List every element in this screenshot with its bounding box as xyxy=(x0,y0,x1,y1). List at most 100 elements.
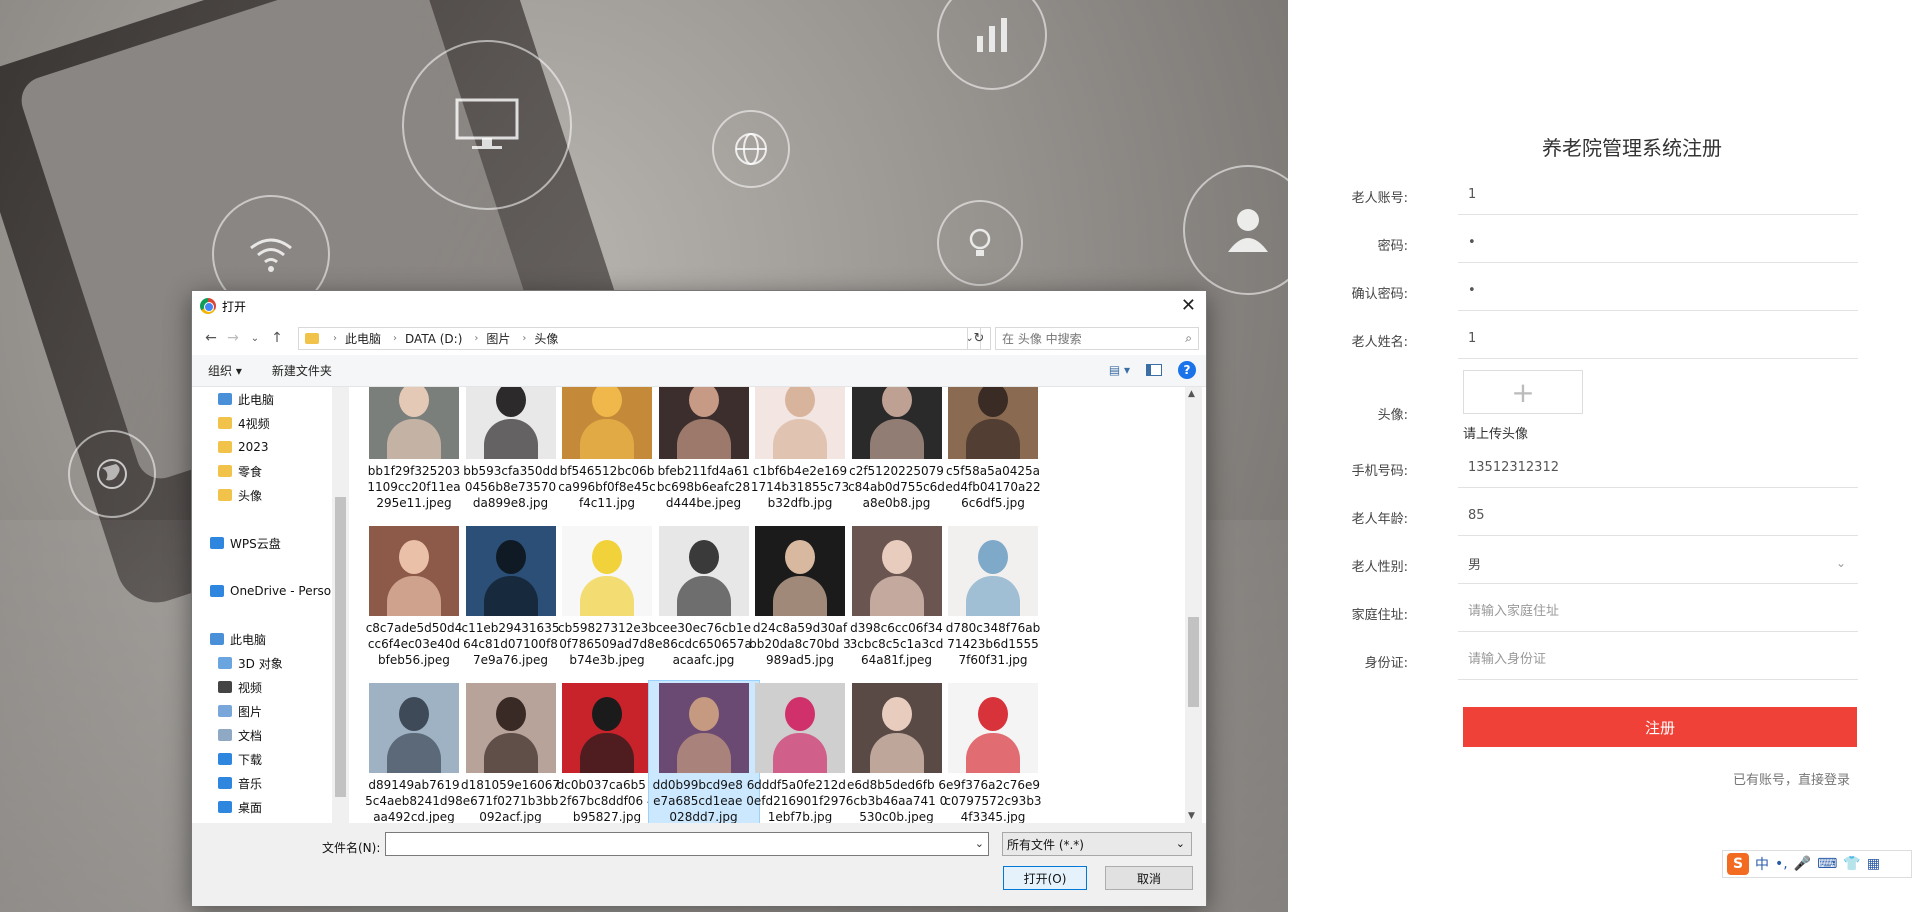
name-input[interactable] xyxy=(1458,319,1858,357)
open-button[interactable]: 打开(O) xyxy=(1003,866,1087,890)
breadcrumb-item[interactable]: DATA (D:) xyxy=(405,332,462,346)
sidebar-item-icon xyxy=(218,417,232,429)
sidebar-item[interactable]: 零食 xyxy=(192,459,349,483)
file-item[interactable]: d181059e16067 e671f0271b3bb 092acf.jpg xyxy=(456,681,566,823)
scroll-up-icon[interactable]: ▲ xyxy=(1188,389,1195,399)
sidebar-item[interactable]: 头像 xyxy=(192,483,349,507)
file-item[interactable]: d398c6cc06f34 3cbc8c5c1a3cd 64a81f.jpeg xyxy=(842,524,952,676)
help-icon[interactable]: ? xyxy=(1178,361,1196,379)
file-item[interactable]: bfeb211fd4a61 bc698b6eafc28 d444be.jpeg xyxy=(649,387,759,519)
microphone-icon[interactable]: 🎤 xyxy=(1794,856,1811,872)
preview-pane-icon[interactable] xyxy=(1146,364,1162,376)
phone-input[interactable] xyxy=(1458,448,1858,486)
file-item[interactable]: c5f58a5a0425a ed4fb04170a22 6c6df5.jpg xyxy=(938,387,1048,519)
confirm-password-input[interactable] xyxy=(1458,271,1858,309)
avatar-upload-button[interactable]: + xyxy=(1463,370,1583,414)
new-folder-button[interactable]: 新建文件夹 xyxy=(272,362,332,379)
back-arrow-icon[interactable]: ← xyxy=(200,327,222,349)
lightbulb-icon xyxy=(937,200,1023,286)
sidebar-item[interactable]: 此电脑 xyxy=(192,627,349,651)
account-input[interactable] xyxy=(1458,175,1858,213)
sidebar-item[interactable]: 2023 xyxy=(192,435,349,459)
file-item[interactable]: c11eb29431635 64c81d07100f8 7e9a76.jpeg xyxy=(456,524,566,676)
sidebar-item[interactable]: WPS云盘 xyxy=(192,531,349,555)
file-item[interactable]: c2f5120225079 c84ab0d755c6d a8e0b8.jpg xyxy=(842,387,952,519)
filename-input[interactable] xyxy=(386,833,966,855)
phone-input-wrap xyxy=(1458,448,1858,488)
file-item[interactable]: cb59827312e3b 0f786509ad7d8 b74e3b.jpeg xyxy=(552,524,662,676)
close-icon[interactable]: ✕ xyxy=(1181,295,1196,316)
breadcrumb-item[interactable]: 此电脑 xyxy=(345,330,381,347)
file-item[interactable]: cee30ec76cb1e e86cdc650657a acaafc.jpg xyxy=(649,524,759,676)
scroll-down-icon[interactable]: ▼ xyxy=(1188,811,1195,821)
file-item[interactable]: e6d8b5ded6fb 66cb3b46aa741 0530c0b.jpeg xyxy=(842,681,952,823)
file-item[interactable]: d89149ab7619 5c4aeb8241d98 aa492cd.jpeg xyxy=(359,681,469,823)
view-options-icon[interactable]: ▤ ▾ xyxy=(1109,363,1130,377)
file-item[interactable]: e9f376a2c76e9 c0797572c93b3 4f3345.jpg xyxy=(938,681,1048,823)
sidebar-item[interactable]: 3D 对象 xyxy=(192,651,349,675)
file-item[interactable]: d780c348f76ab 71423b6d1555 7f60f31.jpg xyxy=(938,524,1048,676)
forward-arrow-icon[interactable]: → xyxy=(222,327,244,349)
file-item[interactable]: c8c7ade5d50d4 cc6f4ec03e40d bfeb56.jpeg xyxy=(359,524,469,676)
file-item[interactable]: bb593cfa350dd 0456b8e73570 da899e8.jpg xyxy=(456,387,566,519)
file-item[interactable]: dc0b037ca6b5 d2f67bc8ddf06 4b95827.jpg xyxy=(552,681,662,823)
id-card-field: 身份证: xyxy=(1288,640,1858,680)
breadcrumb-item[interactable]: 头像 xyxy=(534,330,558,347)
sidebar-item[interactable]: 图片 xyxy=(192,699,349,723)
file-item[interactable]: c1bf6b4e2e169 1714b31855c73 b32dfb.jpg xyxy=(745,387,855,519)
keyboard-icon[interactable]: ⌨ xyxy=(1817,856,1837,872)
ime-mode[interactable]: 中 xyxy=(1755,854,1769,874)
file-name: bb593cfa350dd 0456b8e73570 da899e8.jpg xyxy=(463,464,558,510)
recent-dropdown-icon[interactable]: ⌄ xyxy=(244,327,266,349)
address-label: 家庭住址: xyxy=(1351,608,1408,623)
sidebar-item[interactable]: 文档 xyxy=(192,723,349,747)
password-label: 密码: xyxy=(1377,239,1408,254)
sidebar-item[interactable]: 视频 xyxy=(192,675,349,699)
age-input[interactable] xyxy=(1458,496,1858,534)
gender-select[interactable]: ⌄ xyxy=(1458,544,1858,584)
file-item[interactable]: dddf5a0fe212d efd216901f297 1ebf7b.jpg xyxy=(745,681,855,823)
up-arrow-icon[interactable]: ↑ xyxy=(266,327,288,349)
organize-menu[interactable]: 组织 ▾ xyxy=(208,362,242,379)
shirt-icon[interactable]: 👕 xyxy=(1843,856,1860,872)
address-bar[interactable]: › 此电脑 › DATA (D:) › 图片 › 头像 ⌄ xyxy=(298,327,981,350)
password-input[interactable] xyxy=(1458,223,1858,261)
scrollbar-thumb[interactable] xyxy=(335,497,346,797)
scrollbar-thumb[interactable] xyxy=(1188,617,1199,707)
navigation-scrollbar[interactable] xyxy=(332,387,349,823)
sidebar-item-label: 头像 xyxy=(238,488,263,503)
file-name: c2f5120225079 c84ab0d755c6d a8e0b8.jpg xyxy=(848,464,945,510)
cancel-button[interactable]: 取消 xyxy=(1105,866,1193,890)
file-item[interactable]: bf546512bc06b ca996bf0f8e45c f4c11.jpg xyxy=(552,387,662,519)
sidebar-item[interactable]: OneDrive - Perso xyxy=(192,579,349,603)
sidebar-item[interactable]: 4视频 xyxy=(192,411,349,435)
file-item[interactable]: d24c8a59d30af bb20da8c70bd 3989ad5.jpg xyxy=(745,524,855,676)
grid-icon[interactable]: ▦ xyxy=(1867,856,1880,872)
file-thumbnail xyxy=(851,526,942,616)
file-name: dd0b99bcd9e8 6e7a685cd1eae 0028dd7.jpg xyxy=(652,778,755,823)
file-thumbnail xyxy=(465,387,556,459)
filename-combobox[interactable]: ⌄ xyxy=(385,832,989,856)
file-item[interactable]: bb1f29f325203 1109cc20f11ea 295e11.jpeg xyxy=(359,387,469,519)
ime-toolbar[interactable]: S 中 •, 🎤 ⌨ 👕 ▦ xyxy=(1722,850,1912,878)
file-type-select[interactable]: 所有文件 (*.*) ⌄ xyxy=(1002,832,1192,856)
register-button[interactable]: 注册 xyxy=(1463,707,1857,747)
address-input[interactable] xyxy=(1458,592,1858,630)
sidebar-item[interactable]: 下载 xyxy=(192,747,349,771)
id-card-input[interactable] xyxy=(1458,640,1858,678)
breadcrumb-item[interactable]: 图片 xyxy=(486,330,510,347)
ime-punct[interactable]: •, xyxy=(1775,856,1788,872)
login-link[interactable]: 已有账号，直接登录 xyxy=(1733,769,1850,788)
sidebar-item[interactable]: 音乐 xyxy=(192,771,349,795)
sidebar-item[interactable]: 此电脑 xyxy=(192,387,349,411)
breadcrumb-separator-icon: › xyxy=(522,333,527,344)
file-grid-scrollbar[interactable]: ▲ ▼ xyxy=(1185,387,1202,823)
file-item[interactable]: dd0b99bcd9e8 6e7a685cd1eae 0028dd7.jpg xyxy=(647,680,760,823)
account-label: 老人账号: xyxy=(1351,191,1408,206)
sidebar-item[interactable]: 桌面 xyxy=(192,795,349,819)
gender-select-value[interactable] xyxy=(1458,544,1858,582)
file-name: e6d8b5ded6fb 66cb3b46aa741 0530c0b.jpeg xyxy=(845,778,948,823)
refresh-icon[interactable]: ↻ xyxy=(967,327,991,350)
chevron-down-icon[interactable]: ⌄ xyxy=(975,837,984,850)
search-input[interactable] xyxy=(1002,331,1172,346)
